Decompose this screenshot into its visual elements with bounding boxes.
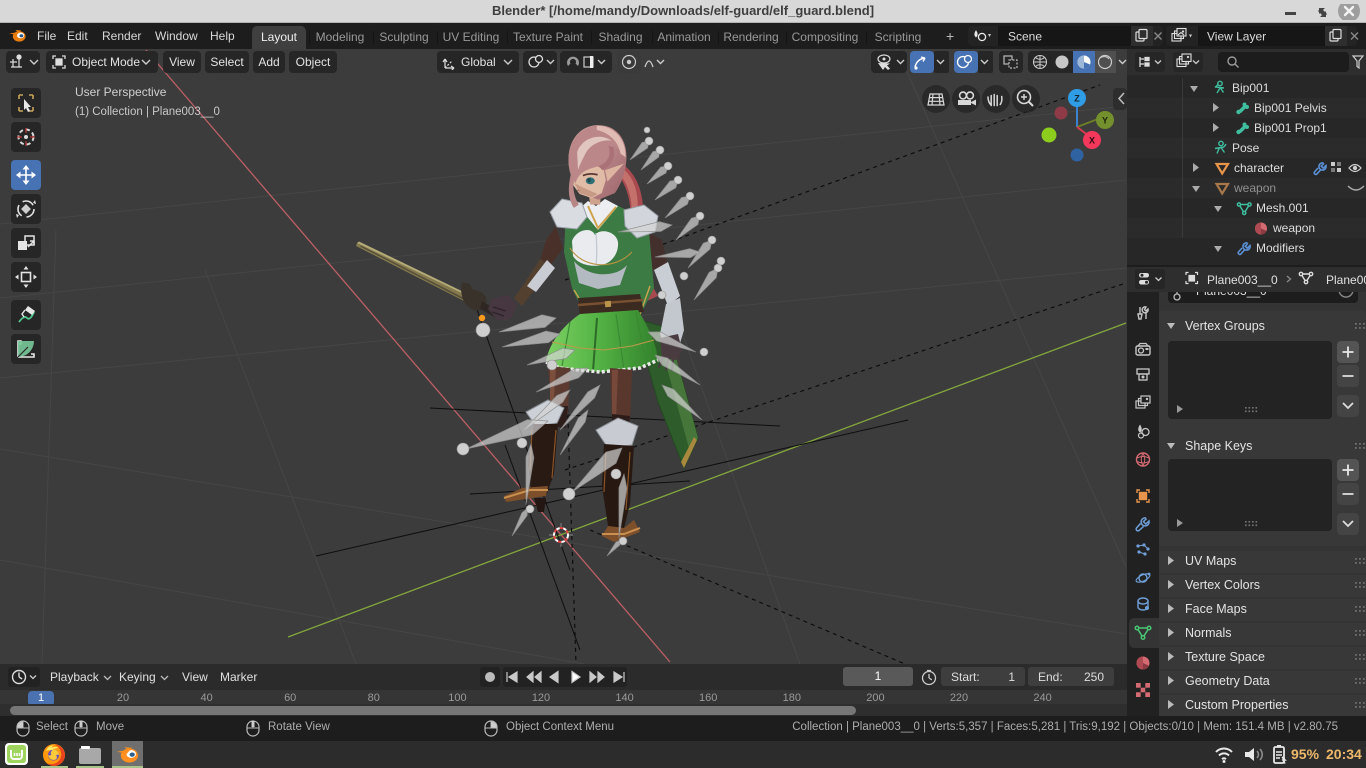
svg-text:Z: Z bbox=[1074, 94, 1080, 104]
svg-text:Y: Y bbox=[1102, 116, 1108, 126]
svg-text:View Layer: View Layer bbox=[1207, 30, 1266, 44]
svg-text:X: X bbox=[1089, 136, 1095, 146]
svg-text:Scene: Scene bbox=[1008, 30, 1042, 44]
